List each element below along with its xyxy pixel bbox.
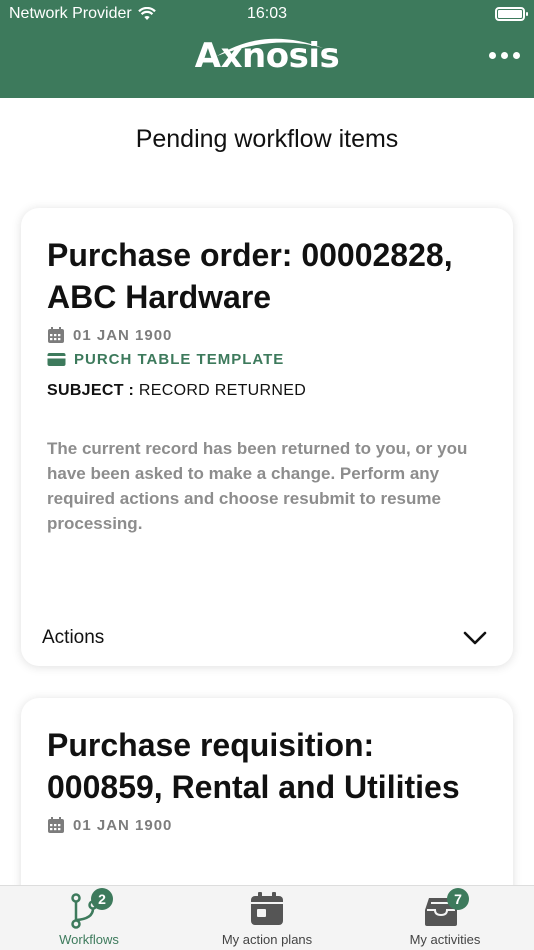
workflows-badge: 2 [91,888,113,910]
calendar-icon [251,892,283,925]
more-menu-button[interactable] [489,52,520,59]
card-icon [47,353,66,366]
tab-label: My activities [409,932,481,947]
page-title: Pending workflow items [135,125,399,153]
subject-label: SUBJECT : [47,382,135,399]
card-date-text: 01 JAN 1900 [73,326,173,344]
subject-value: RECORD RETURNED [138,382,307,399]
more-dot-icon [489,52,496,59]
tab-workflows-icon-wrap: 2 [69,888,113,931]
status-time: 16:03 [246,5,288,22]
workflow-card[interactable]: Purchase requisition: 000859, Rental and… [21,698,513,885]
card-date-text: 01 JAN 1900 [73,816,173,834]
actions-dropdown[interactable]: Actions [42,627,487,649]
tab-workflows[interactable]: 2 Workflows [0,886,178,950]
tab-label: Workflows [59,932,119,947]
card-title: Purchase requisition: 000859, Rental and… [47,727,460,805]
chevron-down-icon [463,631,487,645]
card-template: PURCH TABLE TEMPLATE [47,351,487,368]
app-header: Network Provider 16:03 Axnosis [0,0,534,98]
card-date: 01 JAN 1900 [47,326,487,344]
card-description: The current record has been returned to … [47,439,468,533]
status-bar: Network Provider 16:03 [0,0,534,28]
tab-my-action-plans[interactable]: My action plans [178,886,356,950]
logo-swoosh-icon [216,38,323,56]
more-dot-icon [501,52,508,59]
tab-bar: 2 Workflows My action plans 7 My activit… [0,885,534,950]
workflow-card[interactable]: Purchase order: 00002828, ABC Hardware 0… [21,208,513,666]
card-title: Purchase order: 00002828, ABC Hardware [47,237,453,315]
battery-icon [495,7,528,21]
card-date: 01 JAN 1900 [47,816,487,834]
card-template-text: PURCH TABLE TEMPLATE [74,351,285,368]
actions-label: Actions [42,627,105,648]
calendar-icon [48,327,64,343]
tab-label: My action plans [221,932,313,947]
calendar-icon [48,817,64,833]
workflow-list-page[interactable]: Pending workflow items Purchase order: 0… [0,98,534,885]
activities-badge: 7 [447,888,469,910]
tab-my-activities[interactable]: 7 My activities [356,886,534,950]
card-subject: SUBJECT : RECORD RETURNED [47,382,487,400]
more-dot-icon [513,52,520,59]
app-logo: Axnosis [0,36,534,76]
tab-activities-icon-wrap: 7 [423,888,469,931]
